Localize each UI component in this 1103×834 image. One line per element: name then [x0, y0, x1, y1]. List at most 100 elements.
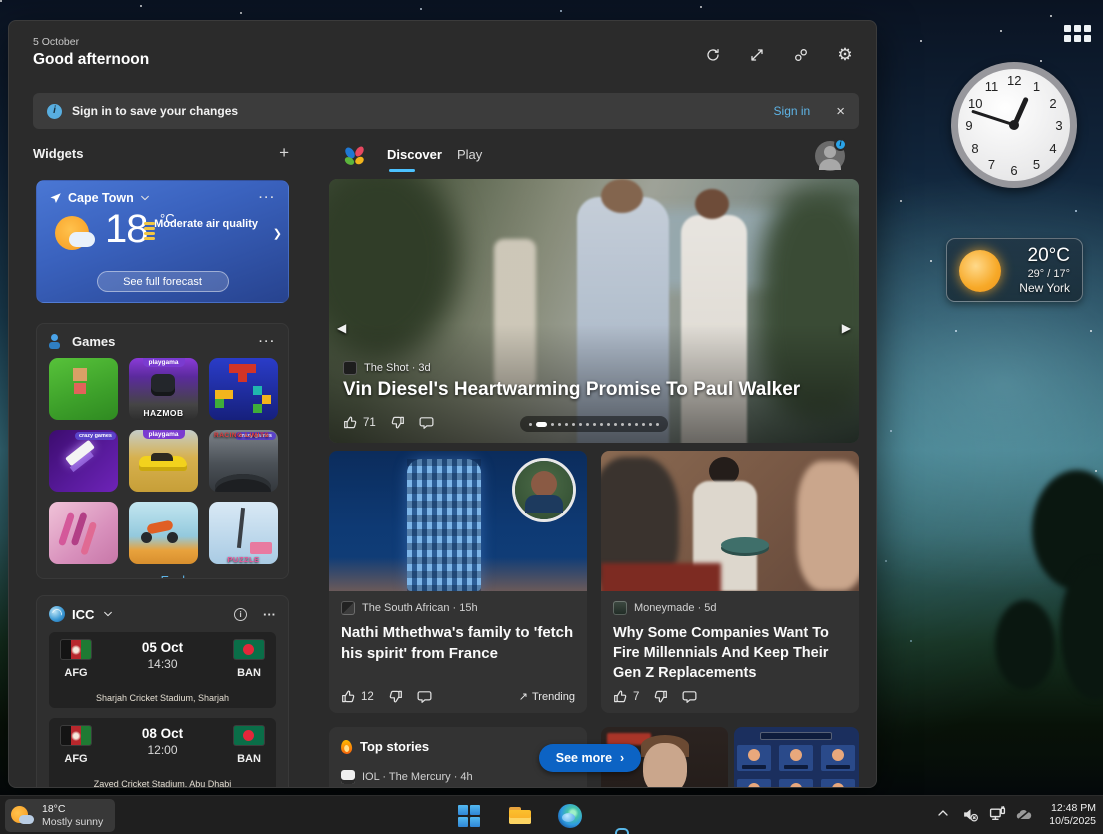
weather-more-icon[interactable]: ···: [259, 192, 276, 204]
news-card-image: [329, 451, 587, 591]
game-caption: HAZMOB: [143, 408, 184, 418]
partly-sunny-icon: [11, 805, 35, 827]
games-grid: playgama HAZMOB crazy games playgama cra…: [49, 358, 278, 564]
news-card[interactable]: The South African · 15h Nathi Mthethwa's…: [329, 451, 587, 713]
icc-info-icon[interactable]: [234, 607, 247, 621]
like-count: 7: [633, 690, 640, 703]
taskbar-date: 10/5/2025: [1049, 815, 1096, 827]
game-tile-arrow-dash[interactable]: crazy games: [49, 430, 118, 492]
games-more-icon[interactable]: ···: [259, 336, 276, 348]
flame-icon: [340, 738, 353, 755]
taskbar-weather-button[interactable]: 18°C Mostly sunny: [5, 799, 115, 832]
like-button[interactable]: 12: [341, 689, 374, 704]
comment-button[interactable]: [419, 415, 434, 430]
game-tile-block-puzzle[interactable]: [209, 358, 278, 420]
gamer-icon: [49, 334, 64, 349]
taskbar: 18°C Mostly sunny 12:48 PM 10/5/2025: [0, 795, 1103, 834]
team-code: AFG: [64, 667, 88, 679]
source-favicon: [613, 601, 627, 615]
start-button[interactable]: [457, 804, 481, 828]
icc-more-icon[interactable]: ···: [263, 607, 276, 622]
gadget-temp-range: 29° / 17°: [1027, 268, 1070, 280]
game-tile-moto-x3m[interactable]: [129, 502, 198, 564]
team-code: AFG: [64, 753, 88, 765]
msn-logo: [343, 144, 366, 167]
game-tile-makeup-kit[interactable]: [49, 502, 118, 564]
comment-button[interactable]: [682, 689, 697, 704]
card-source-meta: Moneymade · 5d: [634, 602, 717, 614]
game-tile-tweep-puzzle[interactable]: PUZZLE: [209, 502, 278, 564]
trending-arrow-icon: ↗: [518, 691, 528, 703]
carousel-dots[interactable]: [520, 416, 668, 432]
edge-browser-icon[interactable]: [558, 804, 582, 828]
signin-link[interactable]: Sign in: [774, 104, 811, 118]
playgama-badge: playgama: [142, 430, 185, 439]
see-full-forecast-button[interactable]: See full forecast: [96, 271, 229, 292]
news-thumbnail-infographic[interactable]: [734, 727, 859, 787]
explore-more-games-link[interactable]: Explore more games: [161, 574, 276, 578]
carousel-next-icon[interactable]: ▶: [842, 321, 851, 335]
tab-play[interactable]: Play: [457, 147, 482, 162]
chevron-down-icon[interactable]: [103, 609, 113, 619]
settings-gear-icon[interactable]: ⚙: [836, 46, 854, 64]
dislike-button[interactable]: [653, 689, 668, 704]
match-date: 05 Oct: [141, 640, 184, 655]
taskbar-time: 12:48 PM: [1051, 802, 1096, 814]
card-headline[interactable]: Why Some Companies Want To Fire Millenni…: [613, 623, 847, 683]
afghanistan-flag: [61, 640, 91, 659]
dislike-button[interactable]: [388, 689, 403, 704]
widgets-section-title: Widgets: [33, 146, 84, 161]
playgama-badge: playgama: [142, 358, 185, 367]
game-tile-minecraft-adventure[interactable]: [49, 358, 118, 420]
source-favicon: [343, 361, 357, 375]
game-caption: PUZZLE: [227, 555, 260, 564]
game-tile-lambo-racing[interactable]: playgama: [129, 430, 198, 492]
taskbar-clock[interactable]: 12:48 PM 10/5/2025: [1049, 802, 1096, 828]
match-venue: Zayed Cricket Stadium, Abu Dhabi: [93, 779, 232, 788]
file-explorer-icon[interactable]: [508, 804, 532, 828]
refresh-icon[interactable]: [704, 46, 722, 64]
microsoft-store-icon[interactable]: [608, 828, 632, 834]
like-button[interactable]: 7: [613, 689, 639, 704]
weather-widget-card[interactable]: Cape Town ··· 18 °C Moderate air quality…: [36, 180, 289, 303]
tray-chevron-up-icon[interactable]: [936, 806, 950, 825]
game-tile-racing-limits[interactable]: crazy games RACING LIMITS: [209, 430, 278, 492]
tab-discover[interactable]: Discover: [387, 147, 442, 172]
banner-close-icon[interactable]: ×: [836, 103, 845, 120]
match-card[interactable]: AFG 08 Oct 12:00 BAN Zayed Cricket Stadi…: [49, 718, 276, 788]
weather-temperature: 18: [105, 207, 148, 251]
hero-headline[interactable]: Vin Diesel's Heartwarming Promise To Pau…: [343, 379, 843, 401]
volume-muted-icon[interactable]: [962, 806, 979, 828]
onedrive-offline-icon[interactable]: [1015, 806, 1033, 829]
widgets-panel: 5 October Good afternoon ⚙ Sign in to sa…: [8, 20, 877, 788]
dislike-button[interactable]: [390, 415, 405, 430]
match-card[interactable]: AFG 05 Oct 14:30 BAN Sharjah Cricket Sta…: [49, 632, 276, 708]
card-headline[interactable]: Nathi Mthethwa's family to 'fetch his sp…: [341, 623, 575, 664]
carousel-prev-icon[interactable]: ◀: [337, 321, 346, 335]
air-quality-label[interactable]: Moderate air quality: [154, 218, 258, 230]
match-date: 08 Oct: [141, 726, 184, 741]
team-code: BAN: [237, 667, 261, 679]
icc-globe-icon: [49, 606, 65, 622]
desktop-weather-gadget[interactable]: 20°C 29° / 17° New York: [946, 238, 1083, 302]
desktop-grid-icon[interactable]: [1064, 25, 1091, 42]
expand-icon[interactable]: [748, 46, 766, 64]
partly-sunny-icon: [53, 214, 97, 254]
match-time: 12:00: [147, 743, 178, 757]
avatar[interactable]: [815, 138, 847, 171]
see-more-button[interactable]: See more ›: [539, 744, 641, 772]
clock-center-cap: [1009, 120, 1019, 130]
game-tile-hazmob[interactable]: playgama HAZMOB: [129, 358, 198, 420]
analog-clock-widget[interactable]: 1 2 3 4 5 6 7 8 9 10 11 12: [951, 62, 1077, 188]
weather-location[interactable]: Cape Town: [68, 191, 134, 205]
network-ethernet-icon[interactable]: [989, 806, 1006, 828]
add-widget-button[interactable]: +: [279, 143, 289, 163]
games-pagination-dots[interactable]: [49, 572, 69, 578]
sun-icon: [959, 250, 1001, 292]
like-button[interactable]: 71: [343, 415, 376, 430]
pin-icon[interactable]: [792, 46, 810, 64]
games-widget-title: Games: [72, 334, 116, 349]
hero-news-card[interactable]: ◀ ▶ The Shot · 3d Vin Diesel's Heartwarm…: [329, 179, 859, 443]
comment-button[interactable]: [417, 689, 432, 704]
news-card[interactable]: Moneymade · 5d Why Some Companies Want T…: [601, 451, 859, 713]
